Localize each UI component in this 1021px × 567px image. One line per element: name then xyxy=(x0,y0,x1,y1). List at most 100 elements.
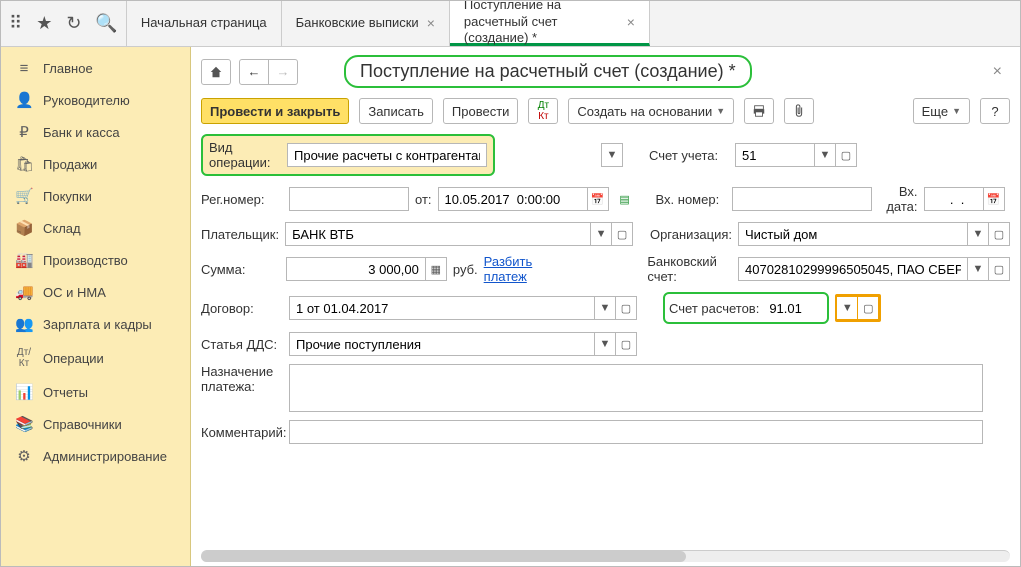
currency-label: руб. xyxy=(453,262,478,277)
mode-icon[interactable]: ▤ xyxy=(614,187,636,211)
person-icon: 👤 xyxy=(15,91,33,109)
close-icon[interactable]: × xyxy=(427,14,435,32)
sidebar-item-reports[interactable]: 📊Отчеты xyxy=(1,376,190,408)
toolbar: Провести и закрыть Записать Провести ДтК… xyxy=(191,92,1020,134)
page-title: Поступление на расчетный счет (создание)… xyxy=(344,55,752,88)
sidebar-item-assets[interactable]: 🚚ОС и НМА xyxy=(1,276,190,308)
sidebar-item-bank[interactable]: ₽Банк и касса xyxy=(1,116,190,148)
window-close-button[interactable]: × xyxy=(985,59,1010,85)
open-button[interactable]: ▢ xyxy=(988,222,1010,246)
sidebar-item-manager[interactable]: 👤Руководителю xyxy=(1,84,190,116)
purpose-label: Назначение платежа: xyxy=(201,364,283,394)
sidebar-item-warehouse[interactable]: 📦Склад xyxy=(1,212,190,244)
sidebar-item-operations[interactable]: Дт/КтОперации xyxy=(1,340,190,376)
books-icon: 📚 xyxy=(15,415,33,433)
sidebar-item-production[interactable]: 🏭Производство xyxy=(1,244,190,276)
home-button[interactable] xyxy=(201,59,231,85)
cart-icon: 🛒 xyxy=(15,187,33,205)
open-button[interactable]: ▢ xyxy=(611,222,633,246)
org-label: Организация: xyxy=(650,227,732,242)
sidebar-item-sales[interactable]: 🛍Продажи xyxy=(1,148,190,180)
create-based-button[interactable]: Создать на основании ▼ xyxy=(568,98,734,124)
sidebar-item-label: Отчеты xyxy=(43,385,88,400)
topbar: ⠿ ★ ↻ 🔍 Начальная страница Банковские вы… xyxy=(1,1,1020,47)
open-button[interactable]: ▢ xyxy=(835,143,857,167)
sum-label: Сумма: xyxy=(201,262,280,277)
open-button[interactable]: ▢ xyxy=(615,332,637,356)
horizontal-scrollbar[interactable] xyxy=(201,550,1010,562)
org-input[interactable] xyxy=(738,222,968,246)
bank-acc-input[interactable] xyxy=(738,257,968,281)
dropdown-button[interactable]: ▼ xyxy=(594,332,616,356)
open-button[interactable]: ▢ xyxy=(988,257,1010,281)
truck-icon: 🚚 xyxy=(15,283,33,301)
tab-bank-statements[interactable]: Банковские выписки × xyxy=(282,1,450,46)
write-button[interactable]: Записать xyxy=(359,98,433,124)
back-button[interactable]: ← xyxy=(239,59,269,85)
dropdown-button[interactable]: ▼ xyxy=(594,296,616,320)
factory-icon: 🏭 xyxy=(15,251,33,269)
scrollbar-thumb[interactable] xyxy=(201,551,686,562)
calc-button[interactable]: ▦ xyxy=(425,257,447,281)
calendar-button[interactable]: 📅 xyxy=(983,187,1005,211)
op-type-input[interactable] xyxy=(287,143,487,167)
sidebar-item-catalogs[interactable]: 📚Справочники xyxy=(1,408,190,440)
help-button[interactable]: ? xyxy=(980,98,1010,124)
contract-label: Договор: xyxy=(201,301,283,316)
in-num-input[interactable] xyxy=(732,187,872,211)
forward-button[interactable]: → xyxy=(268,59,298,85)
box-icon: 📦 xyxy=(15,219,33,237)
from-label: от: xyxy=(415,192,432,207)
dropdown-button[interactable]: ▼ xyxy=(967,257,989,281)
sidebar-item-admin[interactable]: ⚙Администрирование xyxy=(1,440,190,472)
reg-num-label: Рег.номер: xyxy=(201,192,283,207)
dds-input[interactable] xyxy=(289,332,595,356)
reg-num-input[interactable] xyxy=(289,187,409,211)
print-button[interactable] xyxy=(744,98,774,124)
settle-acc-input[interactable] xyxy=(763,296,823,320)
dtkt-button[interactable]: ДтКт xyxy=(528,98,558,124)
in-date-input[interactable] xyxy=(924,187,984,211)
comment-input[interactable] xyxy=(289,420,983,444)
open-button[interactable]: ▢ xyxy=(857,296,879,320)
tab-incoming-payment[interactable]: Поступление на расчетный счет (создание)… xyxy=(450,1,650,46)
sidebar-item-label: Покупки xyxy=(43,189,92,204)
sidebar-item-purchases[interactable]: 🛒 Покупки xyxy=(1,180,190,212)
apps-icon[interactable]: ⠿ xyxy=(9,13,22,34)
post-button[interactable]: Провести xyxy=(443,98,519,124)
sidebar-item-label: Продажи xyxy=(43,157,97,172)
sidebar: ≡Главное 👤Руководителю ₽Банк и касса 🛍Пр… xyxy=(1,47,191,566)
sidebar-item-main[interactable]: ≡Главное xyxy=(1,53,190,84)
sidebar-item-hr[interactable]: 👥 Зарплата и кадры xyxy=(1,308,190,340)
account-input[interactable] xyxy=(735,143,815,167)
history-icon[interactable]: ↻ xyxy=(66,13,81,34)
dropdown-button[interactable]: ▼ xyxy=(590,222,612,246)
account-label: Счет учета: xyxy=(649,148,729,163)
close-icon[interactable]: × xyxy=(627,13,635,31)
split-payment-link[interactable]: Разбить платеж xyxy=(484,254,576,284)
contract-input[interactable] xyxy=(289,296,595,320)
calendar-button[interactable]: 📅 xyxy=(587,187,609,211)
dds-label: Статья ДДС: xyxy=(201,337,283,352)
bank-acc-label: Банковский счет: xyxy=(647,254,732,284)
sidebar-item-label: Зарплата и кадры xyxy=(43,317,152,332)
open-button[interactable]: ▢ xyxy=(615,296,637,320)
more-button[interactable]: Еще ▼ xyxy=(913,98,970,124)
star-icon[interactable]: ★ xyxy=(36,13,52,34)
op-type-label: Вид операции: xyxy=(209,140,279,170)
people-icon: 👥 xyxy=(15,315,33,333)
attach-button[interactable] xyxy=(784,98,814,124)
sum-input[interactable] xyxy=(286,257,426,281)
date-input[interactable] xyxy=(438,187,588,211)
dropdown-button[interactable]: ▼ xyxy=(836,296,858,320)
op-type-dropdown-button[interactable]: ▼ xyxy=(601,143,623,167)
menu-icon: ≡ xyxy=(15,60,33,77)
dropdown-button[interactable]: ▼ xyxy=(814,143,836,167)
payer-input[interactable] xyxy=(285,222,591,246)
post-and-close-button[interactable]: Провести и закрыть xyxy=(201,98,349,124)
purpose-textarea[interactable] xyxy=(289,364,983,412)
search-icon[interactable]: 🔍 xyxy=(95,13,117,34)
tab-home[interactable]: Начальная страница xyxy=(127,1,282,46)
dropdown-button[interactable]: ▼ xyxy=(967,222,989,246)
titlebar: ← → Поступление на расчетный счет (созда… xyxy=(191,47,1020,92)
